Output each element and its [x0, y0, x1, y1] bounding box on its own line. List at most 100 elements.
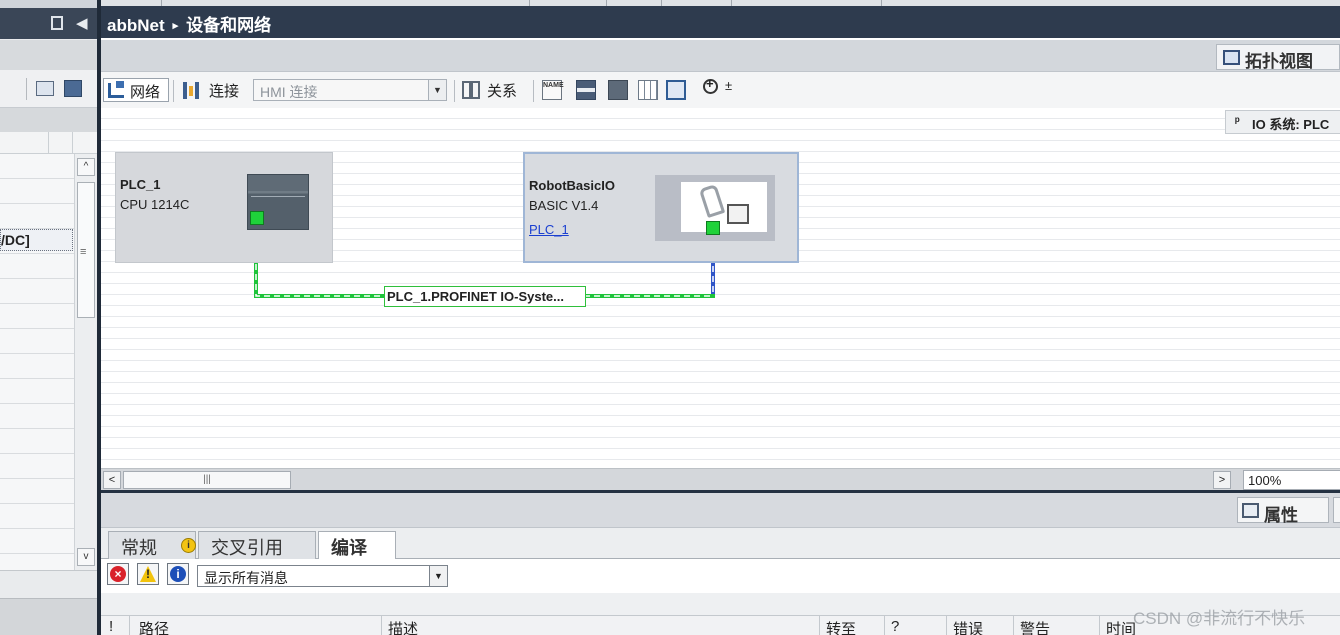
properties-tab[interactable]: 属性: [1237, 497, 1329, 525]
show-address-icon[interactable]: [576, 80, 596, 100]
connection-type-value: HMI 连接: [260, 84, 318, 100]
relations-icon: [462, 81, 480, 99]
zoom-level-field[interactable]: 100%: [1243, 470, 1340, 490]
zoom-button[interactable]: ±: [701, 76, 739, 102]
device-type: CPU 1214C: [120, 197, 190, 212]
device-name-icon[interactable]: NAME: [542, 80, 564, 100]
relations-button[interactable]: 关系: [459, 78, 523, 102]
toolbar-separator: [26, 78, 27, 100]
device-name: PLC_1: [120, 177, 161, 192]
scroll-grip-icon: ≡: [80, 246, 87, 258]
split-view-icon[interactable]: [51, 16, 63, 30]
tab-xref-label: 交叉引用: [211, 538, 283, 558]
project-tree-pane: ◀ /DC] ^ ≡ v: [0, 0, 98, 635]
message-filter-bar: × ! i 显示所有消息 ▼: [101, 559, 1340, 593]
col-warnings[interactable]: 警告: [1020, 618, 1050, 635]
device-type: BASIC V1.4: [529, 198, 599, 213]
chevron-down-icon[interactable]: ▼: [428, 80, 446, 100]
inspector-header: 属性: [101, 493, 1340, 528]
robot-picture: [681, 182, 767, 232]
info-filter-button[interactable]: i: [167, 563, 189, 585]
project-tree-scrollbar[interactable]: ^ ≡ v: [74, 154, 96, 570]
col-errors[interactable]: 错误: [953, 618, 983, 635]
network-view-canvas[interactable]: ᵖ IO 系统: PLC PLC_1 CPU 1214C RobotBasicI…: [101, 108, 1340, 468]
overview-panel-icon[interactable]: [666, 80, 686, 100]
network-button[interactable]: 网络: [103, 78, 169, 102]
col-help[interactable]: ?: [891, 618, 899, 635]
info-icon: i: [170, 566, 186, 582]
zoom-in-icon: [703, 76, 718, 94]
editor-title-bar: abbNet ▸ 设备和网络: [101, 6, 1340, 38]
io-system-badge[interactable]: ᵖ IO 系统: PLC: [1225, 110, 1340, 134]
connection-type-select[interactable]: HMI 连接 ▼: [253, 79, 447, 101]
col-description[interactable]: 描述: [388, 618, 418, 635]
pin-icon[interactable]: ᵖ: [1235, 114, 1240, 128]
device-name: RobotBasicIO: [529, 178, 615, 193]
inspector-tabs: 常规 i 交叉引用 编译: [101, 528, 1340, 560]
properties-label: 属性: [1264, 506, 1298, 525]
selected-tree-row[interactable]: /DC]: [0, 229, 73, 251]
warning-icon: !: [140, 566, 156, 582]
profinet-port[interactable]: [250, 211, 264, 225]
breadcrumb-chevron-icon: ▸: [172, 20, 179, 32]
col-path[interactable]: 路径: [139, 618, 169, 635]
tab-topology-label: 拓扑视图: [1245, 52, 1313, 71]
connections-label: 连接: [209, 83, 240, 100]
col-goto[interactable]: 转至: [826, 618, 856, 635]
tab-cross-references[interactable]: 交叉引用: [198, 531, 316, 559]
toolbar-separator: [454, 80, 455, 102]
scroll-up-button[interactable]: ^: [77, 158, 95, 176]
connections-icon: [183, 82, 199, 99]
project-tree-rows: [0, 154, 74, 570]
top-strip: [0, 0, 98, 8]
collapse-left-icon[interactable]: ◀: [76, 14, 88, 32]
canvas-horizontal-scrollbar[interactable]: < ||| > 100%: [101, 468, 1340, 490]
subnet-label[interactable]: PLC_1.PROFINET IO-Syste...: [384, 286, 586, 307]
scroll-down-button[interactable]: v: [77, 548, 95, 566]
controller-cabinet-icon: [727, 204, 749, 224]
col-time[interactable]: 时间: [1106, 618, 1136, 635]
project-tree-toolbar: [0, 70, 98, 108]
list-view-icon[interactable]: [36, 81, 54, 96]
project-tree-band: [0, 40, 98, 70]
network-label: 网络: [130, 84, 161, 101]
project-tree-footer: [0, 570, 98, 598]
info-tab-stub[interactable]: [1333, 497, 1340, 523]
editor-subtitle: 设备和网络: [186, 16, 272, 35]
io-controller-link[interactable]: PLC_1: [529, 222, 569, 237]
device-plc[interactable]: PLC_1 CPU 1214C: [115, 152, 333, 263]
details-view-header: [0, 598, 98, 635]
info-badge-icon: i: [181, 538, 196, 553]
device-robot[interactable]: RobotBasicIO BASIC V1.4 PLC_1: [523, 152, 799, 263]
chevron-down-icon[interactable]: ▼: [429, 566, 447, 586]
scroll-thumb[interactable]: |||: [123, 471, 291, 489]
tab-compile-label: 编译: [331, 538, 367, 558]
toolbar-separator: [173, 80, 174, 102]
tab-compile[interactable]: 编译: [318, 531, 396, 560]
tab-general-label: 常规: [121, 538, 157, 558]
watermark: CSDN @非流行不快乐: [1133, 609, 1306, 628]
message-filter-select[interactable]: 显示所有消息 ▼: [197, 565, 448, 587]
col-status[interactable]: !: [109, 618, 113, 635]
topology-icon: [1223, 50, 1240, 65]
error-filter-button[interactable]: ×: [107, 563, 129, 585]
warning-filter-button[interactable]: !: [137, 563, 159, 585]
scroll-right-button[interactable]: >: [1213, 471, 1231, 489]
page-break-icon[interactable]: [608, 80, 628, 100]
table-view-icon[interactable]: [638, 80, 658, 100]
network-icon: [108, 81, 124, 98]
profinet-port[interactable]: [706, 221, 720, 235]
project-name: abbNet: [107, 16, 165, 35]
project-tree-header: ◀: [0, 8, 98, 39]
project-tree-column-header: [0, 132, 98, 154]
tab-topology-view[interactable]: 拓扑视图: [1216, 44, 1340, 71]
toolbar-separator: [533, 80, 534, 102]
scroll-left-button[interactable]: <: [103, 471, 121, 489]
view-tab-strip: 拓扑视图: [101, 40, 1340, 72]
connections-button[interactable]: 连接: [181, 78, 251, 102]
export-icon[interactable]: [64, 80, 82, 97]
tab-general[interactable]: 常规 i: [108, 531, 196, 559]
robot-arm-icon: [698, 183, 726, 219]
zoom-dropdown-icon: ±: [725, 78, 733, 93]
properties-icon: [1242, 503, 1259, 518]
